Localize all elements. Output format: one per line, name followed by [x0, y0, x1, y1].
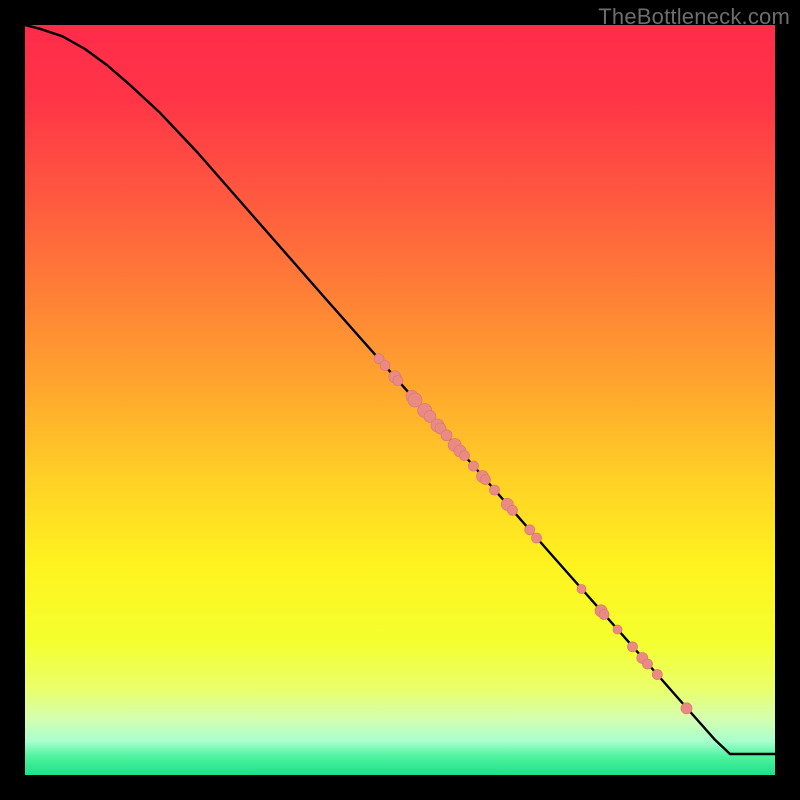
data-marker [643, 659, 653, 669]
data-marker [681, 703, 692, 714]
data-marker [613, 625, 622, 634]
data-marker [599, 610, 609, 620]
data-marker [490, 485, 500, 495]
data-marker [441, 430, 452, 441]
data-marker [380, 361, 390, 371]
data-marker [508, 505, 518, 515]
data-marker [652, 670, 662, 680]
data-marker [393, 376, 403, 386]
bottleneck-curve [25, 25, 775, 754]
chart-stage: TheBottleneck.com [0, 0, 800, 800]
data-marker [481, 475, 491, 485]
data-marker [460, 451, 470, 461]
data-marker [577, 585, 586, 594]
data-marker [628, 642, 638, 652]
data-marker [469, 461, 479, 471]
data-markers [374, 354, 692, 714]
data-marker [532, 533, 542, 543]
chart-overlay [25, 25, 775, 775]
plot-area [25, 25, 775, 775]
data-marker [525, 525, 535, 535]
